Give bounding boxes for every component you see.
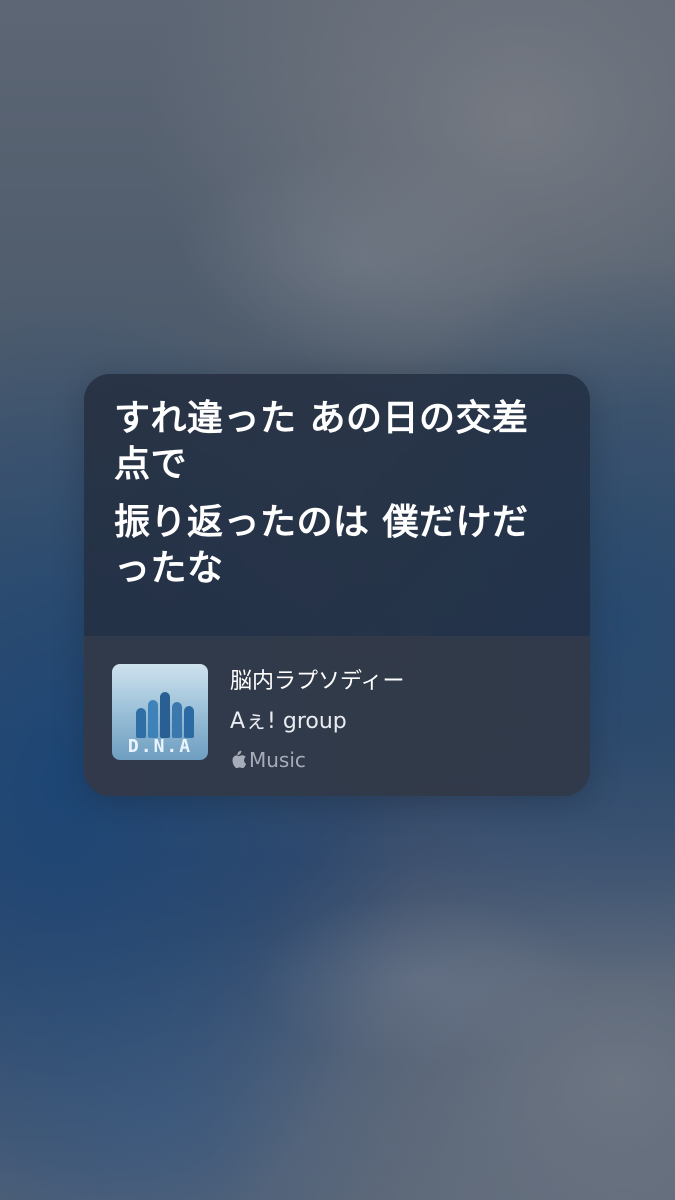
cover-figure xyxy=(172,702,182,738)
cover-logo-text: D.N.A xyxy=(127,736,193,757)
lyric-line-2: 振り返ったのは 僕だけだったな xyxy=(114,502,529,589)
cover-figure xyxy=(160,692,170,738)
lyrics-section: すれ違った あの日の交差点で 振り返ったのは 僕だけだったな xyxy=(84,374,590,636)
lyrics-share-card[interactable]: すれ違った あの日の交差点で 振り返ったのは 僕だけだったな D.N.A 脳内ラ… xyxy=(84,374,590,796)
lyric-line-1: すれ違った あの日の交差点で xyxy=(114,398,529,485)
cover-figure xyxy=(136,708,146,738)
song-title: 脳内ラプソディー xyxy=(230,669,405,694)
album-cover: D.N.A xyxy=(112,664,208,760)
apple-logo-icon xyxy=(232,750,247,769)
service-name: Music xyxy=(249,748,306,772)
artist-name: Aぇ! group xyxy=(230,709,347,734)
apple-music-label: Music xyxy=(230,748,306,772)
track-info[interactable]: D.N.A 脳内ラプソディー Aぇ! group Music xyxy=(84,636,590,796)
cover-figure xyxy=(184,706,194,738)
cover-figure xyxy=(148,700,158,738)
